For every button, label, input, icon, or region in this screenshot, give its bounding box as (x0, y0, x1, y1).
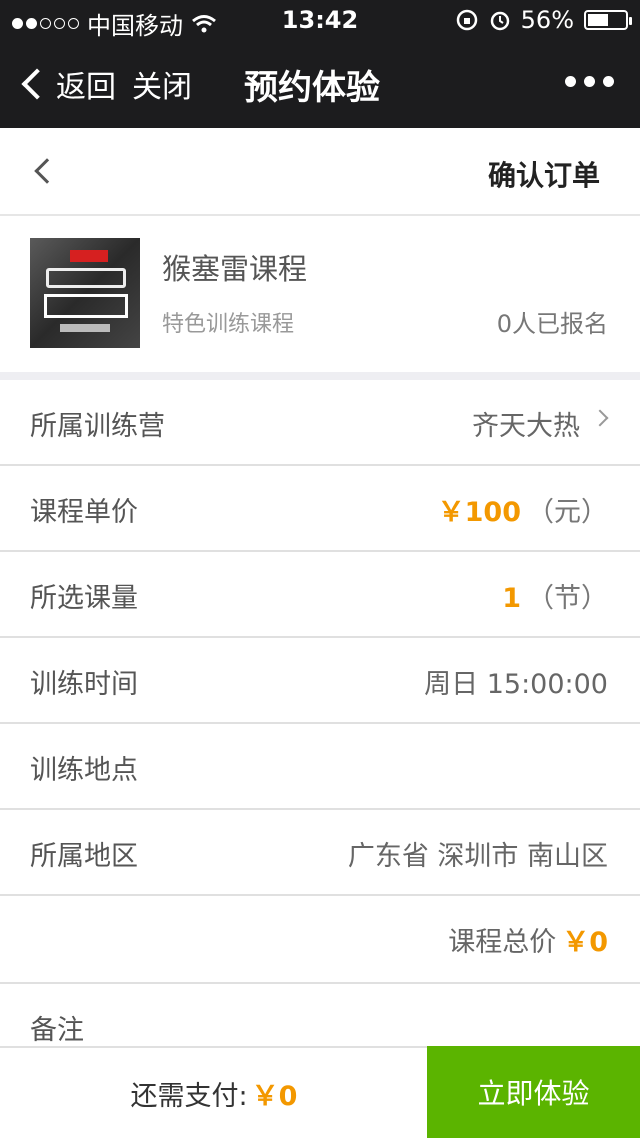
pay-amount: ￥0 (251, 1080, 298, 1112)
time-label: 训练时间 (30, 669, 138, 700)
enrolled-count: 0人已报名 (496, 310, 608, 338)
course-type: 特色训练课程 (162, 312, 295, 337)
status-right: 56% (455, 6, 632, 34)
back-button[interactable]: 返回 (20, 62, 116, 106)
row-time: 训练时间 周日 15:00:00 (0, 638, 640, 724)
camp-label: 所属训练营 (30, 411, 165, 442)
nav-bar: 返回 关闭 预约体验 (0, 40, 640, 128)
unit-price-label: 课程单价 (30, 497, 138, 528)
pay-label: 还需支付: (130, 1080, 248, 1112)
row-remark[interactable]: 备注 (0, 984, 640, 1054)
row-unit-price: 课程单价 ￥100 （元） (0, 466, 640, 552)
row-total: 课程总价 ￥0 (0, 896, 640, 984)
back-label: 返回 (56, 70, 116, 105)
total-label: 课程总价 (448, 927, 557, 958)
page-header: 确认订单 (0, 128, 640, 216)
chevron-right-icon (591, 409, 609, 427)
status-bar: 中国移动 13:42 56% (0, 0, 640, 40)
course-card[interactable]: 猴塞雷课程 特色训练课程 0人已报名 (0, 216, 640, 372)
battery-icon (584, 10, 632, 30)
quantity-unit: （节） (527, 583, 608, 614)
chevron-left-icon (21, 68, 53, 100)
unit-price-amount: ￥100 (437, 497, 521, 528)
nav-title: 预约体验 (244, 68, 380, 108)
quantity-amount: 1 (502, 583, 521, 614)
unit-price-value: ￥100 （元） (438, 490, 608, 529)
section-divider (0, 372, 640, 380)
page-back-icon[interactable] (34, 158, 60, 184)
rotation-lock-icon (456, 9, 477, 31)
row-region: 所属地区 广东省 深圳市 南山区 (0, 810, 640, 896)
total-amount: ￥0 (562, 927, 608, 958)
row-location: 训练地点 (0, 724, 640, 810)
region-label: 所属地区 (30, 841, 138, 872)
region-value: 广东省 深圳市 南山区 (347, 841, 608, 872)
row-quantity: 所选课量 1 （节） (0, 552, 640, 638)
alarm-icon (490, 11, 509, 31)
row-camp[interactable]: 所属训练营 齐天大热 (0, 380, 640, 466)
experience-now-button[interactable]: 立即体验 (427, 1046, 640, 1138)
battery-percent: 56% (520, 6, 574, 34)
unit-price-unit: （元） (527, 497, 608, 528)
camp-value: 齐天大热 (472, 411, 580, 442)
time-value: 周日 15:00:00 (424, 669, 608, 700)
course-name: 猴塞雷课程 (162, 252, 308, 286)
bottom-bar: 还需支付: ￥0 立即体验 (0, 1046, 640, 1138)
quantity-value: 1 （节） (502, 576, 608, 615)
course-thumbnail (30, 238, 140, 348)
order-details: 所属训练营 齐天大热 课程单价 ￥100 （元） 所选课量 1 （节） 训练时间… (0, 380, 640, 1054)
location-label: 训练地点 (30, 755, 138, 786)
total-value: 课程总价 ￥0 (448, 920, 608, 959)
more-dots-icon[interactable] (565, 76, 614, 87)
quantity-label: 所选课量 (30, 583, 138, 614)
pay-summary: 还需支付: ￥0 (0, 1048, 428, 1138)
close-button[interactable]: 关闭 (132, 62, 192, 106)
remark-label: 备注 (30, 1015, 84, 1046)
page-title: 确认订单 (487, 159, 600, 192)
